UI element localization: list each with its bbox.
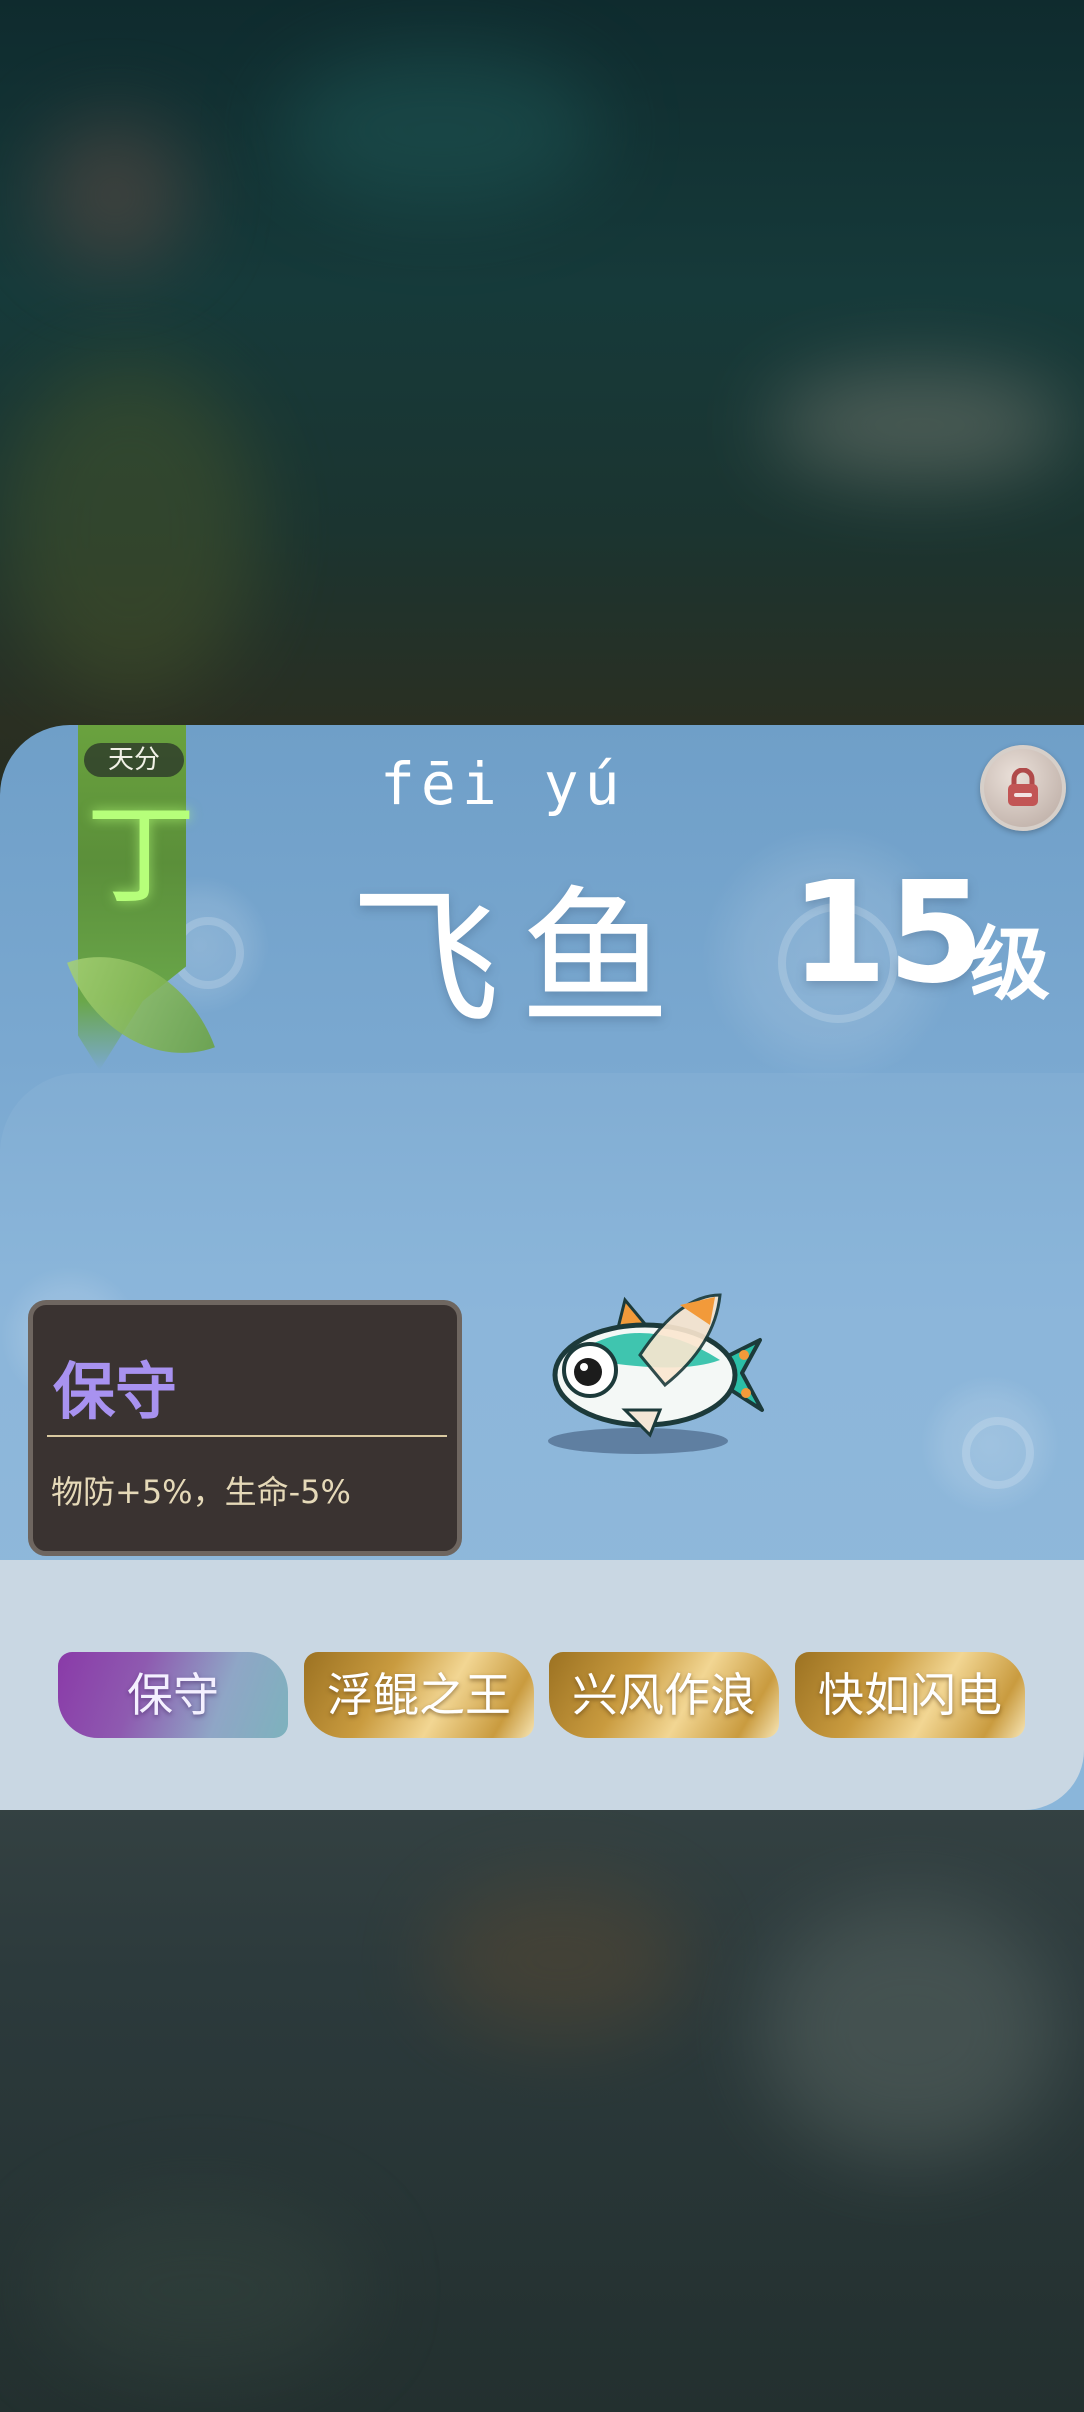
trait-info-panel: 保守 物防+5%，生命-5% — [28, 1300, 462, 1556]
background-blur — [760, 1900, 1060, 2160]
tab-trait-2[interactable]: 浮鲲之王 — [304, 1652, 534, 1738]
lock-button[interactable] — [980, 745, 1066, 831]
level-unit: 级 — [970, 918, 1050, 1011]
background-blur — [430, 1880, 690, 2040]
trait-description: 物防+5%，生命-5% — [51, 1473, 351, 1511]
fish-sprite — [552, 1293, 764, 1438]
background-blur — [280, 50, 600, 210]
talent-grade: 丁 — [86, 791, 196, 919]
swirl-decoration — [920, 1375, 1060, 1515]
lock-icon — [1008, 768, 1038, 806]
fish-level: 15 — [790, 852, 985, 1015]
fish-name: 飞鱼 — [350, 873, 691, 1047]
tab-trait-1[interactable]: 保守 — [58, 1652, 288, 1738]
tab-trait-4[interactable]: 快如闪电 — [795, 1652, 1025, 1738]
fish-name-pinyin: fēi yú — [380, 750, 626, 818]
talent-label: 天分 — [84, 743, 184, 777]
background-blur — [770, 370, 1070, 480]
divider — [47, 1435, 447, 1437]
background-blur — [0, 360, 260, 700]
game-screen: 天分 丁 fēi yú 飞鱼 15 级 保守 物防+5%，生命-5% 保守 浮鲲… — [0, 0, 1084, 2412]
tab-trait-3[interactable]: 兴风作浪 — [549, 1652, 779, 1738]
trait-title: 保守 — [53, 1355, 178, 1428]
background-blur — [40, 2200, 360, 2380]
background-blur — [40, 120, 190, 270]
